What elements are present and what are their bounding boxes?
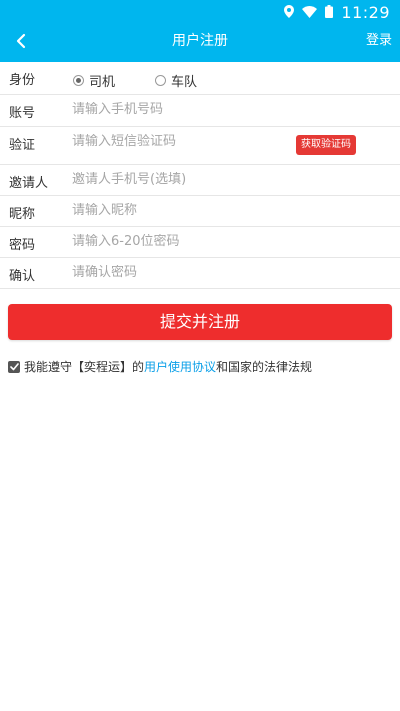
radio-circle-checked [73, 75, 84, 86]
radio-fleet[interactable]: 车队 [155, 71, 197, 90]
location-icon [284, 3, 295, 22]
inviter-row: 邀请人 [0, 165, 400, 196]
page-title: 用户注册 [172, 33, 228, 49]
radio-driver[interactable]: 司机 [73, 71, 115, 90]
status-time: 11:29 [341, 2, 390, 22]
identity-row: 身份 司机 车队 [0, 62, 400, 95]
submit-register-button[interactable]: 提交并注册 [8, 304, 392, 340]
nickname-input[interactable] [72, 203, 292, 218]
password-label: 密码 [9, 238, 36, 253]
app-bar: 用户注册 登录 [0, 24, 400, 62]
radio-fleet-label: 车队 [171, 75, 198, 90]
status-bar: 11:29 [0, 0, 400, 24]
battery-icon [325, 3, 334, 22]
password-row: 密码 [0, 227, 400, 258]
wifi-icon [302, 3, 318, 22]
status-icons: 11:29 [284, 0, 390, 24]
nickname-label: 昵称 [9, 207, 36, 222]
inviter-input[interactable] [72, 172, 292, 187]
agreement: 我能遵守【奕程运】的 用户使用协议 和国家的法律法规 [8, 358, 312, 375]
radio-driver-label: 司机 [89, 75, 116, 90]
get-code-button[interactable]: 获取验证码 [296, 135, 356, 155]
identity-label: 身份 [9, 73, 36, 88]
back-arrow-icon [15, 33, 27, 53]
agreement-prefix: 我能遵守【奕程运】的 [24, 360, 145, 374]
verify-code-input[interactable] [72, 134, 282, 149]
agreement-checkbox[interactable] [8, 360, 20, 374]
agreement-suffix: 和国家的法律法规 [216, 360, 313, 374]
confirm-label: 确认 [9, 269, 36, 284]
checkbox-checked-icon [9, 360, 19, 374]
verify-label: 验证 [9, 138, 36, 153]
account-label: 账号 [9, 106, 36, 121]
account-row: 账号 [0, 95, 400, 127]
user-agreement-link[interactable]: 用户使用协议 [144, 358, 216, 375]
back-button[interactable] [6, 28, 36, 58]
confirm-password-input[interactable] [72, 265, 292, 280]
account-input[interactable] [72, 102, 292, 117]
verify-row: 验证 获取验证码 [0, 127, 400, 165]
radio-circle [155, 75, 166, 86]
nickname-row: 昵称 [0, 196, 400, 227]
confirm-row: 确认 [0, 258, 400, 289]
login-link[interactable]: 登录 [366, 24, 392, 62]
password-input[interactable] [72, 234, 292, 249]
inviter-label: 邀请人 [9, 176, 49, 191]
